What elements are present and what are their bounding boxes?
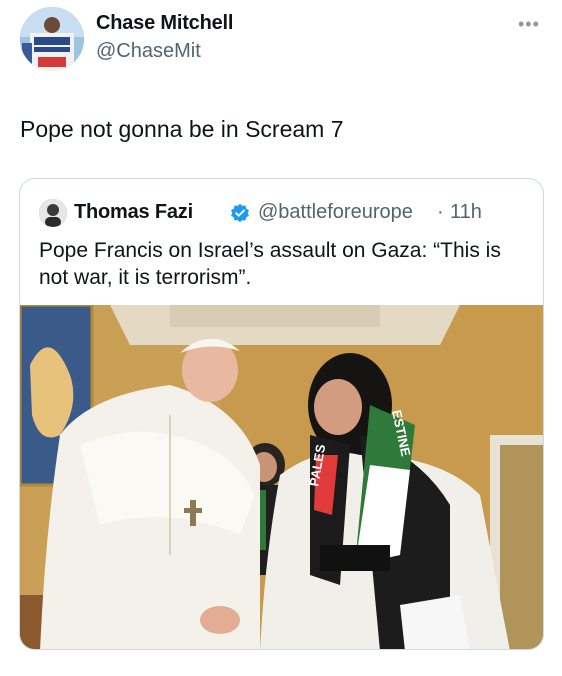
quoted-photo[interactable]: PALES ESTINE [20, 305, 543, 649]
time-separator: · [437, 201, 444, 223]
verified-badge-icon [230, 203, 250, 223]
quoted-tweet[interactable]: Thomas Fazi @battleforeurope · 11h Pope … [19, 178, 544, 650]
tweet[interactable]: Chase Mitchell @ChaseMit ••• Pope not go… [0, 0, 562, 676]
author-avatar[interactable] [20, 7, 84, 71]
quoted-handle[interactable]: @battleforeurope [258, 201, 413, 224]
author-handle[interactable]: @ChaseMit [96, 40, 201, 63]
quoted-time[interactable]: 11h [450, 201, 482, 224]
tweet-text: Pope not gonna be in Scream 7 [20, 116, 344, 142]
quoted-avatar[interactable] [39, 199, 67, 227]
more-dots-icon[interactable]: ••• [518, 14, 540, 35]
quoted-name[interactable]: Thomas Fazi [74, 201, 193, 224]
quoted-text: Pope Francis on Israel’s assault on Gaza… [39, 239, 501, 289]
author-name[interactable]: Chase Mitchell [96, 12, 233, 35]
